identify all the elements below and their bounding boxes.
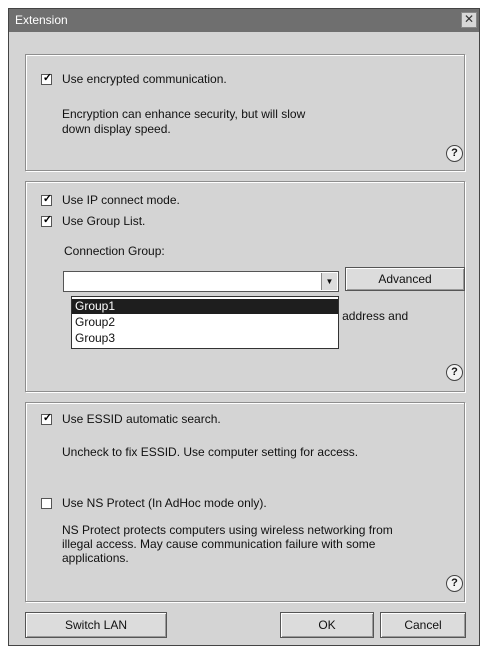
check-mark-icon: ✓: [42, 193, 53, 205]
ok-button[interactable]: OK: [280, 612, 374, 638]
ip-connect-mode-checkbox[interactable]: ✓: [41, 193, 53, 206]
ns-protect-checkbox[interactable]: [41, 498, 52, 509]
dropdown-option-group2[interactable]: Group2: [72, 315, 338, 330]
ns-protect-label: Use NS Protect (In AdHoc mode only).: [62, 496, 267, 510]
partial-description-text: P address and: [331, 309, 409, 323]
group-list-checkbox[interactable]: ✓: [41, 214, 53, 227]
essid-description: Uncheck to fix ESSID. Use computer setti…: [62, 445, 359, 459]
encryption-group: ✓ Use encrypted communication. Encryptio…: [25, 54, 465, 171]
help-icon[interactable]: ?: [446, 145, 463, 162]
advanced-button[interactable]: Advanced: [345, 267, 465, 291]
check-mark-icon: ✓: [42, 72, 53, 84]
wireless-group: ✓ Use ESSID automatic search. Uncheck to…: [25, 402, 465, 602]
extension-dialog: Extension ✕ ✓ Use encrypted communicatio…: [8, 8, 480, 646]
title-bar: Extension ✕: [9, 9, 479, 32]
dropdown-option-group1[interactable]: Group1: [72, 299, 338, 314]
check-mark-icon: ✓: [42, 214, 53, 226]
chevron-down-icon[interactable]: ▼: [321, 273, 337, 290]
encrypted-communication-label: Use encrypted communication.: [62, 72, 227, 86]
connection-group-label: Connection Group:: [64, 244, 165, 258]
check-mark-icon: ✓: [42, 412, 53, 424]
connection-group-dropdown: Group1 Group2 Group3: [71, 296, 339, 349]
help-icon[interactable]: ?: [446, 364, 463, 381]
encryption-description: Encryption can enhance security, but wil…: [62, 107, 306, 136]
dropdown-option-group3[interactable]: Group3: [72, 331, 338, 346]
ip-connect-mode-label: Use IP connect mode.: [62, 193, 180, 207]
cancel-button[interactable]: Cancel: [380, 612, 466, 638]
connection-group-select[interactable]: ▼: [63, 271, 339, 292]
group-list-label: Use Group List.: [62, 214, 146, 228]
essid-search-label: Use ESSID automatic search.: [62, 412, 221, 426]
switch-lan-button[interactable]: Switch LAN: [25, 612, 167, 638]
window-title: Extension: [15, 13, 68, 27]
ns-protect-description: NS Protect protects computers using wire…: [62, 523, 393, 565]
close-icon[interactable]: ✕: [461, 12, 477, 28]
essid-search-checkbox[interactable]: ✓: [41, 412, 53, 425]
encrypted-communication-checkbox[interactable]: ✓: [41, 72, 53, 85]
help-icon[interactable]: ?: [446, 575, 463, 592]
